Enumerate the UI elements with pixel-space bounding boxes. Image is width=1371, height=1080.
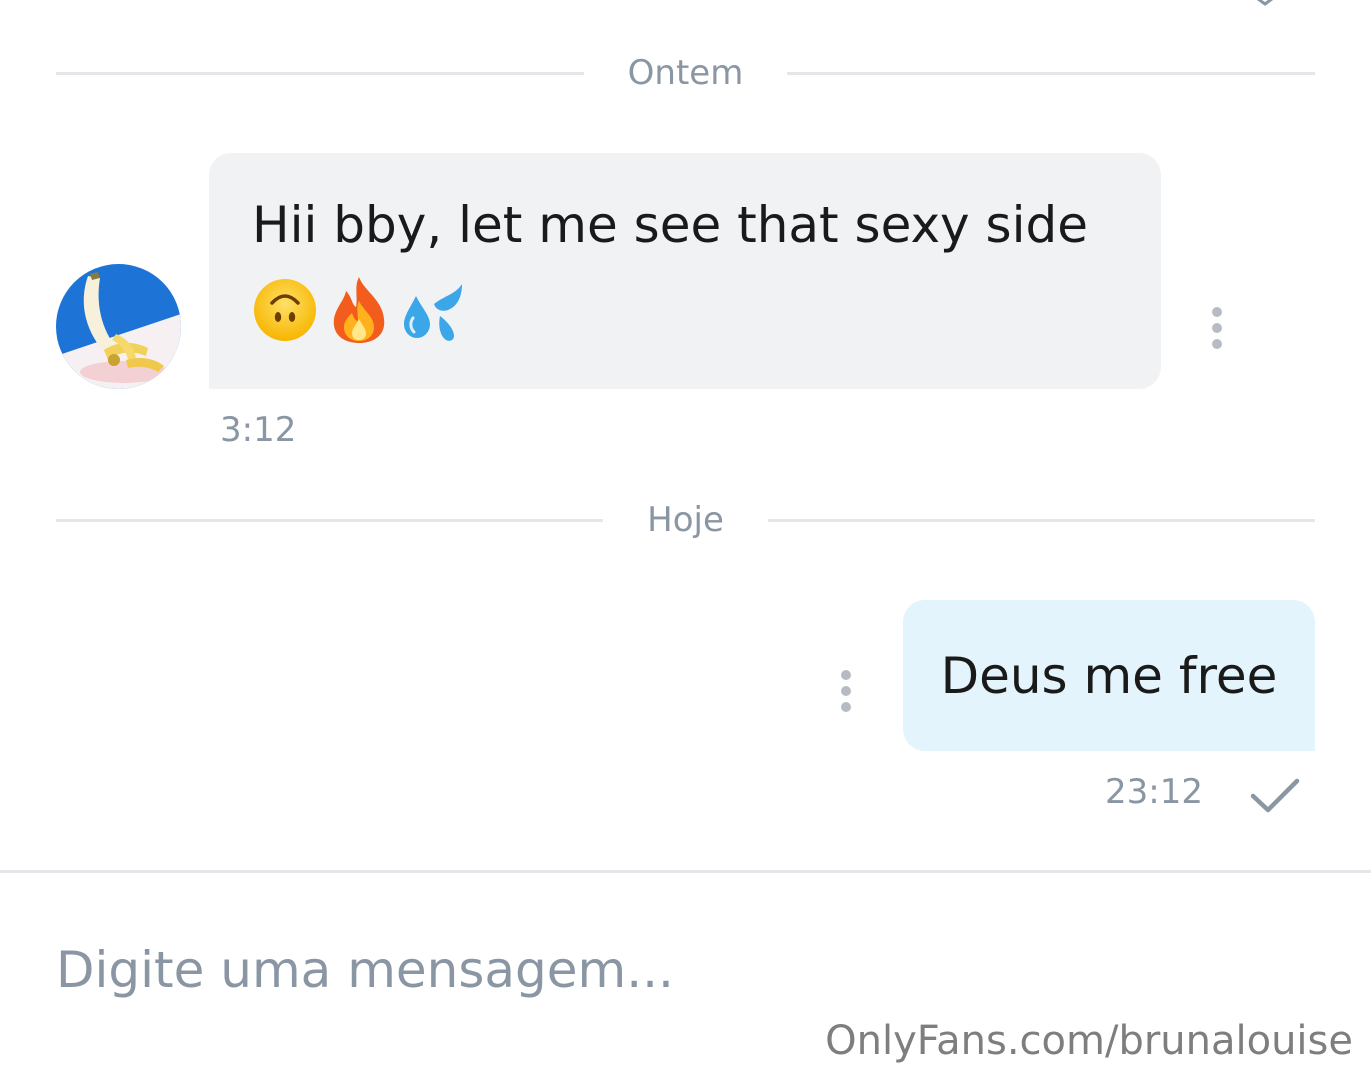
date-label: Hoje [647,500,724,540]
emoji-row [252,275,1121,345]
message-options-icon[interactable] [1210,307,1224,351]
divider-line [56,71,584,75]
sweat-droplets-emoji [404,284,462,341]
divider-line [767,518,1316,522]
message-options-icon[interactable] [839,670,853,714]
date-label: Ontem [627,53,744,93]
chevron-down-icon[interactable] [1252,0,1278,6]
fire-emoji [333,277,385,343]
message-timestamp: 3:12 [220,410,297,450]
banana-avatar[interactable] [56,264,181,389]
outgoing-message-bubble[interactable]: Deus me free [903,600,1315,751]
check-icon [1250,778,1300,813]
divider-line [56,518,604,522]
message-timestamp: 23:12 [1105,772,1203,812]
message-text: Deus me free [940,646,1278,705]
chat-screen: Ontem Hii bby, let me see that sexy side [0,0,1371,1080]
incoming-message-bubble[interactable]: Hii bby, let me see that sexy side [209,153,1161,389]
message-text: Hii bby, let me see that sexy side [252,196,1088,254]
upside-down-face-emoji [254,279,316,341]
date-divider-yesterday: Ontem [56,53,1315,93]
divider-line [787,71,1315,75]
composer-separator [0,870,1371,873]
date-divider-today: Hoje [56,500,1316,540]
watermark: OnlyFans.com/brunalouise [825,1018,1353,1064]
message-input[interactable] [56,930,1056,1010]
